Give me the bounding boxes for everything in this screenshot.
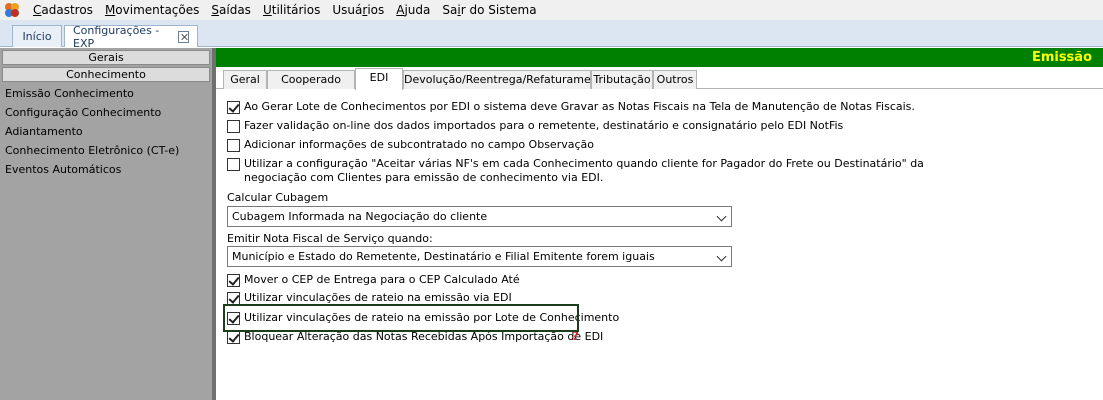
settings-tabs: Geral Cooperado EDI Devolução/Reentrega/… xyxy=(216,68,1103,90)
document-tab-strip: Início Configurações - EXP xyxy=(0,20,1103,50)
highlight-box xyxy=(223,304,579,332)
tab-tributacao[interactable]: Tributação xyxy=(591,70,653,89)
checkbox-unchecked-icon[interactable] xyxy=(227,120,240,133)
option-bloquear-alteracao[interactable]: Bloquear Alteração das Notas Recebidas A… xyxy=(227,330,603,344)
checkbox-unchecked-icon[interactable] xyxy=(227,158,240,171)
option-rateio-edi[interactable]: Utilizar vinculações de rateio na emissã… xyxy=(227,291,512,305)
left-item-eventos-automaticos[interactable]: Eventos Automáticos xyxy=(0,160,212,179)
menu-usuarios[interactable]: Usuários xyxy=(326,3,390,17)
tab-outros[interactable]: Outros xyxy=(653,70,697,89)
select-calcular-cubagem[interactable]: Cubagem Informada na Negociação do clien… xyxy=(227,206,732,227)
left-navigation-panel: Gerais Conhecimento Emissão Conhecimento… xyxy=(0,48,212,400)
edi-settings-form: Ao Gerar Lote de Conhecimentos por EDI o… xyxy=(216,90,1103,400)
group-header-gerais[interactable]: Gerais xyxy=(2,50,210,65)
tab-devolucao[interactable]: Devolução/Reentrega/Refaturamento xyxy=(403,70,609,89)
left-item-cte[interactable]: Conhecimento Eletrônico (CT-e) xyxy=(0,141,212,160)
checkbox-checked-icon[interactable] xyxy=(227,101,240,114)
tab-geral[interactable]: Geral xyxy=(223,70,267,89)
checkbox-checked-icon[interactable] xyxy=(227,331,240,344)
label-emitir-nfs: Emitir Nota Fiscal de Serviço quando: xyxy=(227,232,433,245)
option-mover-cep[interactable]: Mover o CEP de Entrega para o CEP Calcul… xyxy=(227,273,520,287)
tab-cooperado[interactable]: Cooperado xyxy=(267,70,355,89)
tab-configuracoes-label: Configurações - EXP xyxy=(73,23,160,50)
tab-inicio-label: Início xyxy=(22,30,52,43)
checkbox-unchecked-icon[interactable] xyxy=(227,139,240,152)
menu-saidas[interactable]: Saídas xyxy=(205,3,257,17)
option-subcontratado-observacao[interactable]: Adicionar informações de subcontratado n… xyxy=(227,138,594,152)
tab-inicio[interactable]: Início xyxy=(12,25,62,47)
chevron-down-icon xyxy=(716,251,727,262)
option-validacao-online[interactable]: Fazer validação on-line dos dados import… xyxy=(227,119,843,133)
menu-ajuda[interactable]: Ajuda xyxy=(390,3,436,17)
app-logo-icon xyxy=(3,1,21,19)
chevron-down-icon xyxy=(716,211,727,222)
select-emitir-nfs[interactable]: Município e Estado do Remetente, Destina… xyxy=(227,246,732,267)
tab-edi[interactable]: EDI xyxy=(355,68,403,90)
option-gravar-notas-fiscais[interactable]: Ao Gerar Lote de Conhecimentos por EDI o… xyxy=(227,100,915,114)
option-aceitar-varias-nfs[interactable]: Utilizar a configuração "Aceitar várias … xyxy=(227,157,924,185)
left-item-adiantamento[interactable]: Adiantamento xyxy=(0,122,212,141)
menu-movimentacoes[interactable]: Movimentações xyxy=(99,3,205,17)
tab-configuracoes[interactable]: Configurações - EXP xyxy=(64,23,198,50)
checkbox-checked-icon[interactable] xyxy=(227,274,240,287)
left-item-emissao-conhecimento[interactable]: Emissão Conhecimento xyxy=(0,84,212,103)
left-item-configuracao-conhecimento[interactable]: Configuração Conhecimento xyxy=(0,103,212,122)
menu-bar: Cadastros Movimentações Saídas Utilitári… xyxy=(0,0,1103,20)
group-header-conhecimento[interactable]: Conhecimento xyxy=(2,67,210,82)
label-calcular-cubagem: Calcular Cubagem xyxy=(227,191,329,204)
menu-utilitarios[interactable]: Utilitários xyxy=(257,3,326,17)
close-icon[interactable] xyxy=(178,30,189,43)
main-content: Emissão Geral Cooperado EDI Devolução/Re… xyxy=(216,48,1103,400)
menu-cadastros[interactable]: Cadastros xyxy=(27,3,99,17)
menu-sair[interactable]: Sair do Sistema xyxy=(436,3,542,17)
section-title: Emissão xyxy=(216,48,1103,67)
